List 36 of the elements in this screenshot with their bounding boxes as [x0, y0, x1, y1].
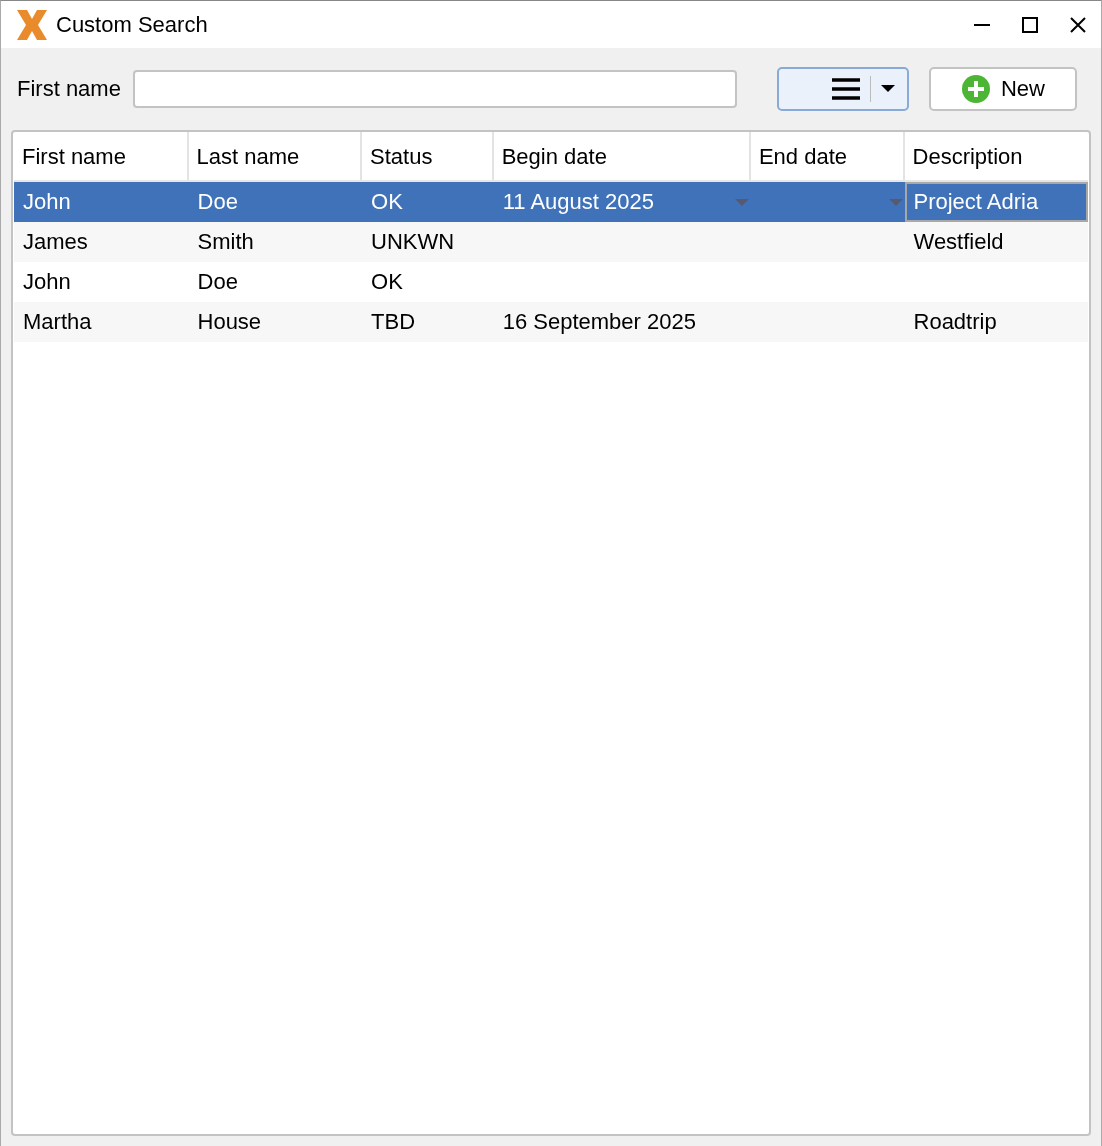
new-button[interactable]: New — [928, 67, 1077, 111]
table-cell: Martha — [23, 309, 92, 335]
table-cell: UNKWN — [371, 229, 455, 255]
table-cell: Westfield — [913, 229, 1004, 255]
table-cell: OK — [371, 189, 403, 215]
column-header[interactable]: First name — [14, 132, 189, 180]
menu-icon — [831, 78, 860, 100]
table-cell: Smith — [197, 229, 254, 255]
table-cell: House — [197, 309, 262, 335]
column-header[interactable]: Description — [904, 132, 1088, 180]
table-cell: James — [23, 229, 88, 255]
table-cell: John — [23, 269, 71, 295]
table-cell: TBD — [371, 309, 416, 335]
column-header[interactable]: End date — [750, 132, 905, 180]
x-logo-icon — [16, 8, 48, 41]
column-header[interactable]: Begin date — [493, 132, 751, 180]
table-cell: Doe — [197, 189, 238, 215]
table-cell: 11 August 2025 — [502, 189, 654, 215]
table-cell: OK — [371, 269, 403, 295]
first-name-label: First name — [17, 76, 121, 102]
maximize-icon[interactable] — [1021, 15, 1039, 34]
first-name-field[interactable] — [132, 70, 737, 108]
window-title: Custom Search — [56, 11, 208, 38]
table-cell: Roadtrip — [913, 309, 997, 335]
close-icon[interactable] — [1069, 15, 1087, 34]
table-row[interactable]: James Smith UNKWN Westfield — [14, 222, 1088, 262]
table-row[interactable]: Martha House TBD 16 September 2025 Roadtrip — [14, 302, 1088, 342]
table-cell: 16 September 2025 — [502, 309, 696, 335]
table-cell: Project Adria — [913, 189, 1039, 215]
plus-icon — [960, 74, 991, 104]
caret-icon — [880, 85, 895, 93]
menu-split-button[interactable] — [776, 67, 909, 111]
column-header[interactable]: Last name — [188, 132, 363, 180]
table-cell: Doe — [197, 269, 238, 295]
table-cell: John — [23, 189, 71, 215]
column-header[interactable]: Status — [362, 132, 494, 180]
